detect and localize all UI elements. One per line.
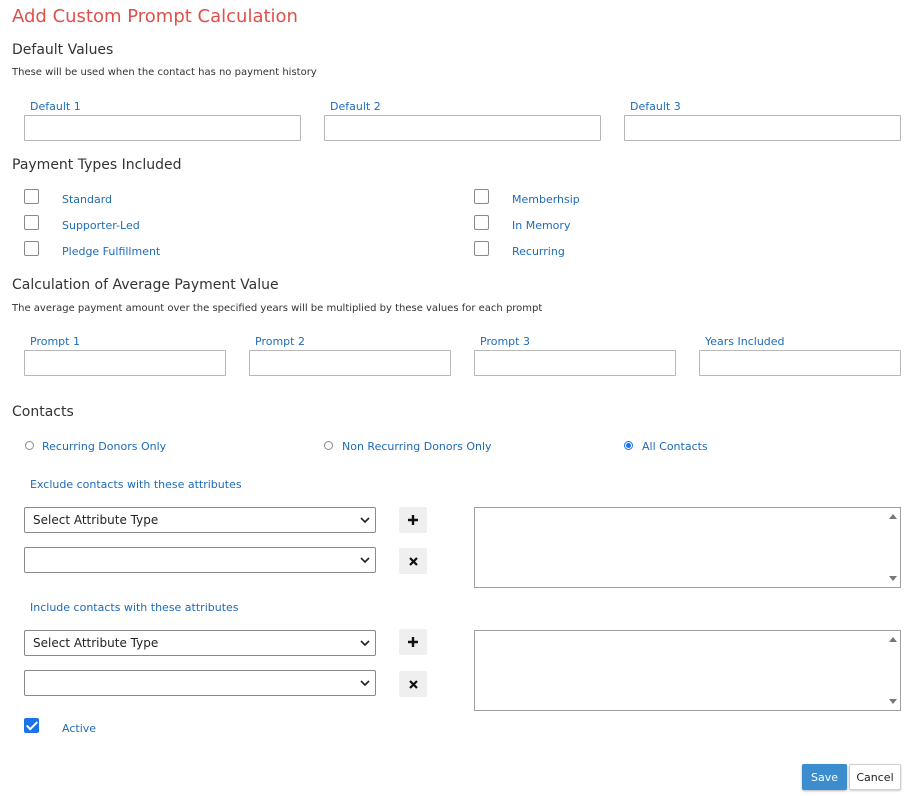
prompt-3-label: Prompt 3 [480, 335, 530, 348]
add-include-attribute-button[interactable] [399, 629, 427, 655]
exclude-attributes-listbox[interactable] [474, 507, 901, 588]
exclude-attribute-type-value: Select Attribute Type [33, 513, 159, 527]
remove-include-attribute-button[interactable] [399, 671, 427, 697]
chevron-down-icon [360, 557, 370, 564]
default-values-description: These will be used when the contact has … [12, 67, 317, 78]
recurring-donors-radio[interactable] [25, 441, 34, 450]
default-2-label: Default 2 [330, 100, 381, 113]
chevron-down-icon [360, 680, 370, 687]
include-attribute-type-value: Select Attribute Type [33, 636, 159, 650]
standard-label: Standard [62, 193, 113, 206]
prompt-1-input[interactable] [24, 350, 226, 376]
standard-checkbox[interactable] [24, 189, 39, 204]
close-icon [408, 679, 418, 689]
prompt-3-input[interactable] [474, 350, 676, 376]
save-button[interactable]: Save [802, 764, 847, 790]
default-1-input[interactable] [24, 115, 301, 141]
active-checkbox[interactable] [24, 718, 39, 733]
recurring-checkbox[interactable] [474, 241, 489, 256]
supporter-led-label: Supporter-Led [62, 219, 140, 232]
include-attributes-listbox[interactable] [474, 630, 901, 711]
plus-icon [408, 515, 418, 525]
exclude-attributes-label: Exclude contacts with these attributes [30, 478, 242, 491]
prompt-2-label: Prompt 2 [255, 335, 305, 348]
exclude-attribute-value-select[interactable] [24, 547, 376, 573]
exclude-attribute-type-select[interactable]: Select Attribute Type [24, 507, 376, 533]
membership-checkbox[interactable] [474, 189, 489, 204]
scroll-up-icon[interactable] [889, 637, 897, 642]
prompt-2-input[interactable] [249, 350, 451, 376]
years-included-label: Years Included [705, 335, 785, 348]
calculation-heading: Calculation of Average Payment Value [12, 277, 279, 293]
cancel-button[interactable]: Cancel [849, 764, 901, 790]
remove-exclude-attribute-button[interactable] [399, 548, 427, 574]
pledge-fulfillment-label: Pledge Fulfillment [62, 245, 161, 258]
page-title: Add Custom Prompt Calculation [12, 6, 298, 27]
plus-icon [408, 637, 418, 647]
non-recurring-donors-label: Non Recurring Donors Only [342, 440, 492, 453]
calculation-description: The average payment amount over the spec… [12, 303, 543, 314]
active-label: Active [62, 722, 97, 735]
all-contacts-radio[interactable] [624, 441, 633, 450]
include-attribute-value-select[interactable] [24, 670, 376, 696]
all-contacts-label: All Contacts [642, 440, 708, 453]
scroll-up-icon[interactable] [889, 514, 897, 519]
in-memory-checkbox[interactable] [474, 215, 489, 230]
scroll-down-icon[interactable] [889, 699, 897, 704]
include-attribute-type-select[interactable]: Select Attribute Type [24, 630, 376, 656]
non-recurring-donors-radio[interactable] [324, 441, 333, 450]
default-3-input[interactable] [624, 115, 901, 141]
include-attributes-label: Include contacts with these attributes [30, 601, 239, 614]
payment-types-heading: Payment Types Included [12, 157, 182, 173]
recurring-label: Recurring [512, 245, 565, 258]
contacts-heading: Contacts [12, 404, 74, 420]
default-1-label: Default 1 [30, 100, 81, 113]
default-3-label: Default 3 [630, 100, 681, 113]
pledge-fulfillment-checkbox[interactable] [24, 241, 39, 256]
prompt-1-label: Prompt 1 [30, 335, 80, 348]
scroll-down-icon[interactable] [889, 576, 897, 581]
default-2-input[interactable] [324, 115, 601, 141]
close-icon [408, 556, 418, 566]
membership-label: Memberhsip [512, 193, 580, 206]
recurring-donors-label: Recurring Donors Only [42, 440, 167, 453]
supporter-led-checkbox[interactable] [24, 215, 39, 230]
chevron-down-icon [360, 640, 370, 647]
default-values-heading: Default Values [12, 42, 114, 58]
add-exclude-attribute-button[interactable] [399, 507, 427, 533]
years-included-input[interactable] [699, 350, 901, 376]
in-memory-label: In Memory [512, 219, 571, 232]
chevron-down-icon [360, 517, 370, 524]
